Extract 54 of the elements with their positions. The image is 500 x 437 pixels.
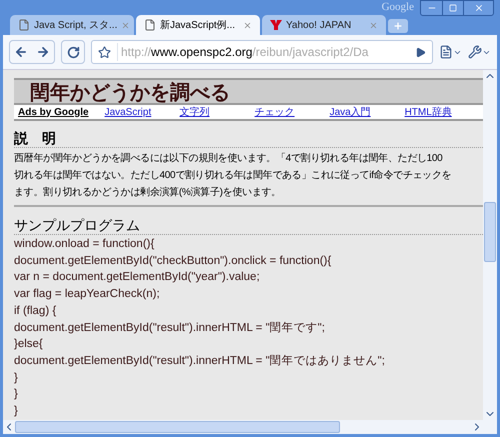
close-icon (474, 3, 484, 13)
vertical-scrollbar[interactable] (483, 70, 497, 420)
logo-icon (270, 20, 282, 30)
code-line: } (14, 370, 19, 386)
tab-title: Yahoo! JAPAN (286, 18, 352, 32)
forward-icon (36, 45, 50, 59)
url-text: http://www.openspc2.org/reibun/javascript2/Da (117, 43, 409, 61)
page-icon (18, 19, 30, 31)
description-text: ます。割り切れるかどうかは剰余演算(%演算子)を使います。 (14, 186, 282, 200)
star-icon[interactable] (98, 46, 111, 58)
page-icon (144, 19, 156, 31)
scroll-thumb[interactable] (484, 202, 496, 262)
section-heading: サンプルプログラム (14, 216, 483, 235)
description-text: 切れる年は閏年ではない。ただし400で割り切れる年は閏年である」これに従ってif命令でチェックを (14, 168, 452, 183)
settings-icon (468, 45, 482, 59)
ad-link[interactable]: 文字列 (180, 104, 255, 120)
go-icon[interactable] (415, 46, 426, 58)
code-line: window.onload = function(){ (14, 237, 156, 252)
page-title: 閏年かどうかを調べる (30, 82, 230, 102)
back-icon (14, 45, 28, 59)
code-line: }else{ (14, 337, 44, 352)
description-text: 西暦年が閏年かどうかを調べるには以下の規則を使います。「4で割り切れる年は閏年、ただし100 (14, 152, 444, 166)
page-icon (439, 45, 453, 59)
ad-link[interactable]: Java入門 (330, 104, 405, 120)
close-tab-icon[interactable] (243, 20, 252, 30)
page-menu-button[interactable] (439, 45, 462, 59)
ad-link[interactable]: HTML辞典 (404, 104, 480, 120)
brand-logo: Google (382, 0, 414, 14)
code-line: document.getElementById("result").innerHTML = "閏年です"; (14, 320, 326, 336)
horizontal-scrollbar[interactable] (3, 420, 497, 434)
maximize-icon (449, 4, 457, 12)
reload-button[interactable] (61, 40, 85, 64)
code-line: document.getElementById("result").innerHTML = "閏年ではありません"; (14, 354, 386, 369)
address-bar[interactable]: http://www.openspc2.org/reibun/javascript2/Da (91, 40, 433, 64)
code-line: document.getElementById("checkButton").onclick = function(){ (14, 254, 332, 269)
reload-icon (66, 46, 80, 58)
plus-icon (393, 21, 403, 31)
settings-button[interactable] (468, 45, 491, 59)
code-line: } (14, 404, 19, 420)
ads-label: Ads by Google (18, 106, 89, 120)
ad-link[interactable]: JavaScript (104, 104, 180, 120)
browser-tab[interactable]: Yahoo! JAPAN (262, 15, 386, 35)
tab-title: 新JavaScript例... (160, 18, 236, 32)
ad-link[interactable]: チェック (254, 104, 330, 120)
browser-tab[interactable]: 新JavaScript例... (136, 15, 260, 35)
browser-tab[interactable]: Java Script, スタ... (10, 15, 134, 35)
section-heading: 説 明 (14, 129, 483, 148)
code-line: var flag = leapYearCheck(n); (14, 287, 161, 302)
scroll-thumb[interactable] (15, 421, 340, 433)
tab-title: Java Script, スタ... (34, 18, 118, 32)
code-line: if (flag) { (14, 304, 58, 319)
code-line: var n = document.getElementById("year").value; (14, 270, 261, 286)
new-tab-button[interactable] (388, 19, 408, 33)
code-line: } (14, 387, 19, 402)
